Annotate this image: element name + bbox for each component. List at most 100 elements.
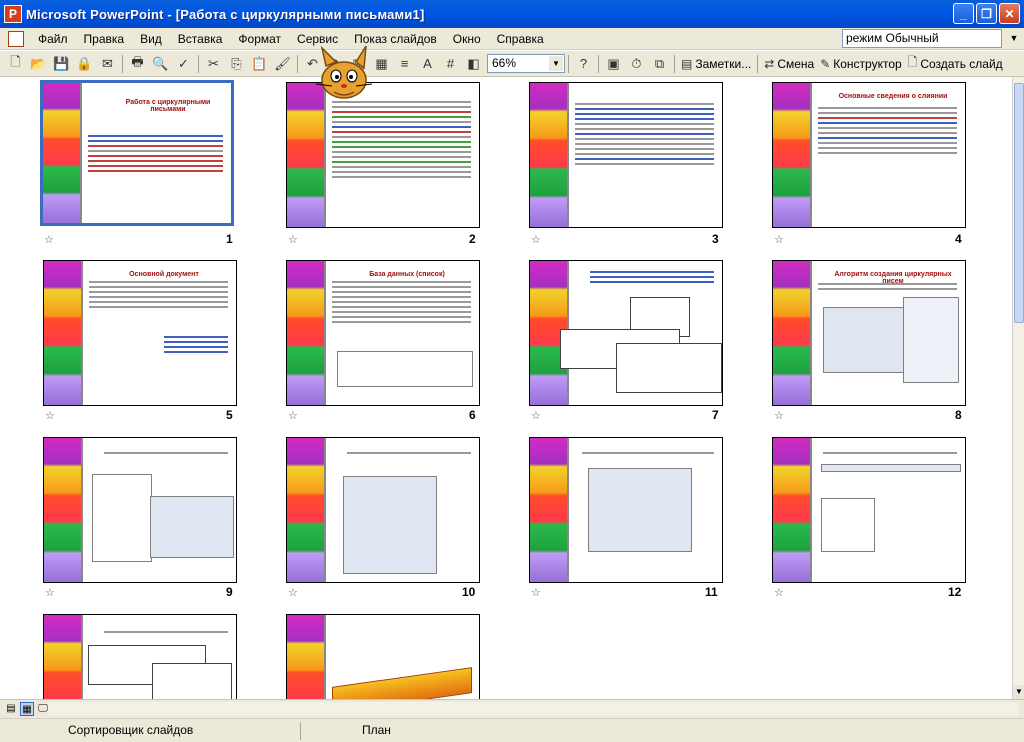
slide-transition-icon: ☆	[45, 410, 55, 422]
office-assistant-icon[interactable]	[306, 44, 376, 104]
zoom-value: 66%	[492, 56, 517, 70]
slide-sorter-view-icon[interactable]: ▦	[20, 702, 34, 716]
slide-thumbnail-6[interactable]: База данных (список)	[286, 260, 480, 406]
powerpoint-app-icon[interactable]: P	[4, 5, 22, 23]
slide-number: 5	[226, 408, 233, 422]
slide-transition-icon: ☆	[774, 410, 784, 422]
slide-sorter: Работа с циркулярными письмами ☆ 1 ☆ 2 ☆…	[0, 77, 1012, 699]
slide-number: 2	[469, 232, 476, 246]
notes-button[interactable]: ▤ Заметки...	[678, 53, 754, 75]
slide-transition-icon: ☆	[45, 587, 55, 599]
slide-transition-icon: ☆	[288, 234, 298, 246]
cut-icon[interactable]: ✂	[202, 53, 225, 75]
slide-number: 3	[712, 232, 719, 246]
slide-thumbnail-7[interactable]	[529, 260, 723, 406]
help-icon[interactable]: ?	[572, 53, 595, 75]
menu-file[interactable]: Файл	[30, 29, 76, 49]
save-icon[interactable]: 💾	[50, 53, 73, 75]
status-design: План	[362, 723, 391, 737]
view-mode-select[interactable]: режим Обычный	[842, 29, 1002, 48]
menu-format[interactable]: Формат	[230, 29, 289, 49]
slide-thumbnail-9[interactable]	[43, 437, 237, 583]
slide-thumbnail-14[interactable]	[286, 614, 480, 699]
slide-number: 4	[955, 232, 962, 246]
permission-icon[interactable]: 🔒	[73, 53, 96, 75]
title-bar: P Microsoft PowerPoint - [Работа с цирку…	[0, 0, 1024, 28]
print-preview-icon[interactable]: 🔍	[149, 53, 172, 75]
zoom-dropdown-icon[interactable]: ▼	[549, 56, 563, 71]
slide-thumbnail-4[interactable]: Основные сведения о слиянии	[772, 82, 966, 228]
menu-view[interactable]: Вид	[132, 29, 170, 49]
menu-bar: Файл Правка Вид Вставка Формат Сервис По…	[0, 28, 1024, 50]
scroll-down-icon[interactable]: ▼	[1013, 685, 1024, 699]
design-button[interactable]: ✎ Конструктор	[817, 53, 904, 75]
slide-thumbnail-8[interactable]: Алгоритм создания циркулярных писем	[772, 260, 966, 406]
view-mode-dropdown-icon[interactable]: ▼	[1006, 31, 1022, 46]
minimize-button[interactable]: _	[953, 3, 974, 24]
format-painter-icon[interactable]: 🖌	[271, 53, 294, 75]
notes-icon: ▤	[681, 56, 693, 71]
menu-insert[interactable]: Вставка	[170, 29, 231, 49]
vertical-scrollbar[interactable]: ▼	[1012, 77, 1024, 699]
new-slide-button[interactable]: 🗋 Создать слайд	[905, 53, 1006, 75]
print-icon[interactable]: 🖶	[126, 53, 149, 75]
close-button[interactable]: ✕	[999, 3, 1020, 24]
summary-slide-icon[interactable]: ⧉	[648, 53, 671, 75]
spelling-icon[interactable]: ✓	[172, 53, 195, 75]
expand-all-icon[interactable]: ≡	[393, 53, 416, 75]
slide-thumbnail-10[interactable]	[286, 437, 480, 583]
slide-transition-icon: ☆	[531, 410, 541, 422]
slide-number: 8	[955, 408, 962, 422]
show-formatting-icon[interactable]: A	[416, 53, 439, 75]
email-icon[interactable]: ✉	[96, 53, 119, 75]
slide-transition-icon: ☆	[531, 587, 541, 599]
slide-transition-icon: ☆	[288, 410, 298, 422]
document-icon[interactable]	[8, 30, 24, 47]
slide-thumbnail-12[interactable]	[772, 437, 966, 583]
slide-thumbnail-1[interactable]: Работа с циркулярными письмами	[40, 80, 234, 226]
slide-number: 6	[469, 408, 476, 422]
slide-thumbnail-3[interactable]	[529, 82, 723, 228]
slide-transition-icon: ☆	[288, 587, 298, 599]
slide-transition-icon: ☆	[44, 234, 54, 246]
normal-view-icon[interactable]: ▤	[4, 702, 18, 716]
new-icon[interactable]: 🗋	[4, 53, 27, 75]
maximize-button[interactable]: ❐	[976, 3, 997, 24]
paste-icon[interactable]: 📋	[248, 53, 271, 75]
transition-button[interactable]: ⇄ Смена	[761, 53, 817, 75]
slide-transition-icon: ☆	[774, 234, 784, 246]
slide-thumbnail-11[interactable]	[529, 437, 723, 583]
window-title: Microsoft PowerPoint - [Работа с циркуля…	[26, 6, 425, 22]
new-slide-icon: 🗋	[907, 55, 918, 69]
slide-thumbnail-5[interactable]: Основной документ	[43, 260, 237, 406]
slide-transition-icon: ☆	[774, 587, 784, 599]
status-view: Сортировщик слайдов	[68, 723, 194, 737]
color-grayscale-icon[interactable]: ◧	[462, 53, 485, 75]
menu-help[interactable]: Справка	[489, 29, 552, 49]
scrollbar-thumb[interactable]	[1014, 83, 1024, 323]
zoom-select[interactable]: 66% ▼	[487, 54, 565, 73]
design-icon: ✎	[820, 56, 831, 71]
horizontal-scrollbar[interactable]	[48, 702, 1018, 716]
status-bar: Сортировщик слайдов План	[0, 718, 1024, 742]
copy-icon[interactable]: ⎘	[225, 53, 248, 75]
grid-icon[interactable]: #	[439, 53, 462, 75]
transition-icon: ⇄	[764, 56, 775, 71]
slide-thumbnail-13[interactable]	[43, 614, 237, 699]
menu-edit[interactable]: Правка	[76, 29, 133, 49]
open-icon[interactable]: 📂	[27, 53, 50, 75]
view-mode-value: режим Обычный	[846, 31, 939, 45]
rehearse-timings-icon[interactable]: ⏱	[625, 53, 648, 75]
slide-number: 7	[712, 408, 719, 422]
slide-number: 10	[462, 585, 476, 599]
slide-number: 11	[705, 585, 718, 599]
menu-window[interactable]: Окно	[445, 29, 489, 49]
slide-transition-icon: ☆	[531, 234, 541, 246]
hide-slide-icon[interactable]: ▣	[602, 53, 625, 75]
slide-number: 9	[226, 585, 233, 599]
slide-number: 12	[948, 585, 962, 599]
view-switcher-bar: ▤ ▦ 🖵	[0, 699, 1024, 718]
standard-toolbar: 🗋 📂 💾 🔒 ✉ 🖶 🔍 ✓ ✂ ⎘ 📋 🖌 ↶ ↷ ▥ ▦ ≡ A # ◧ …	[0, 51, 1024, 77]
window-controls: _ ❐ ✕	[953, 3, 1020, 24]
slide-number: 1	[226, 232, 233, 246]
